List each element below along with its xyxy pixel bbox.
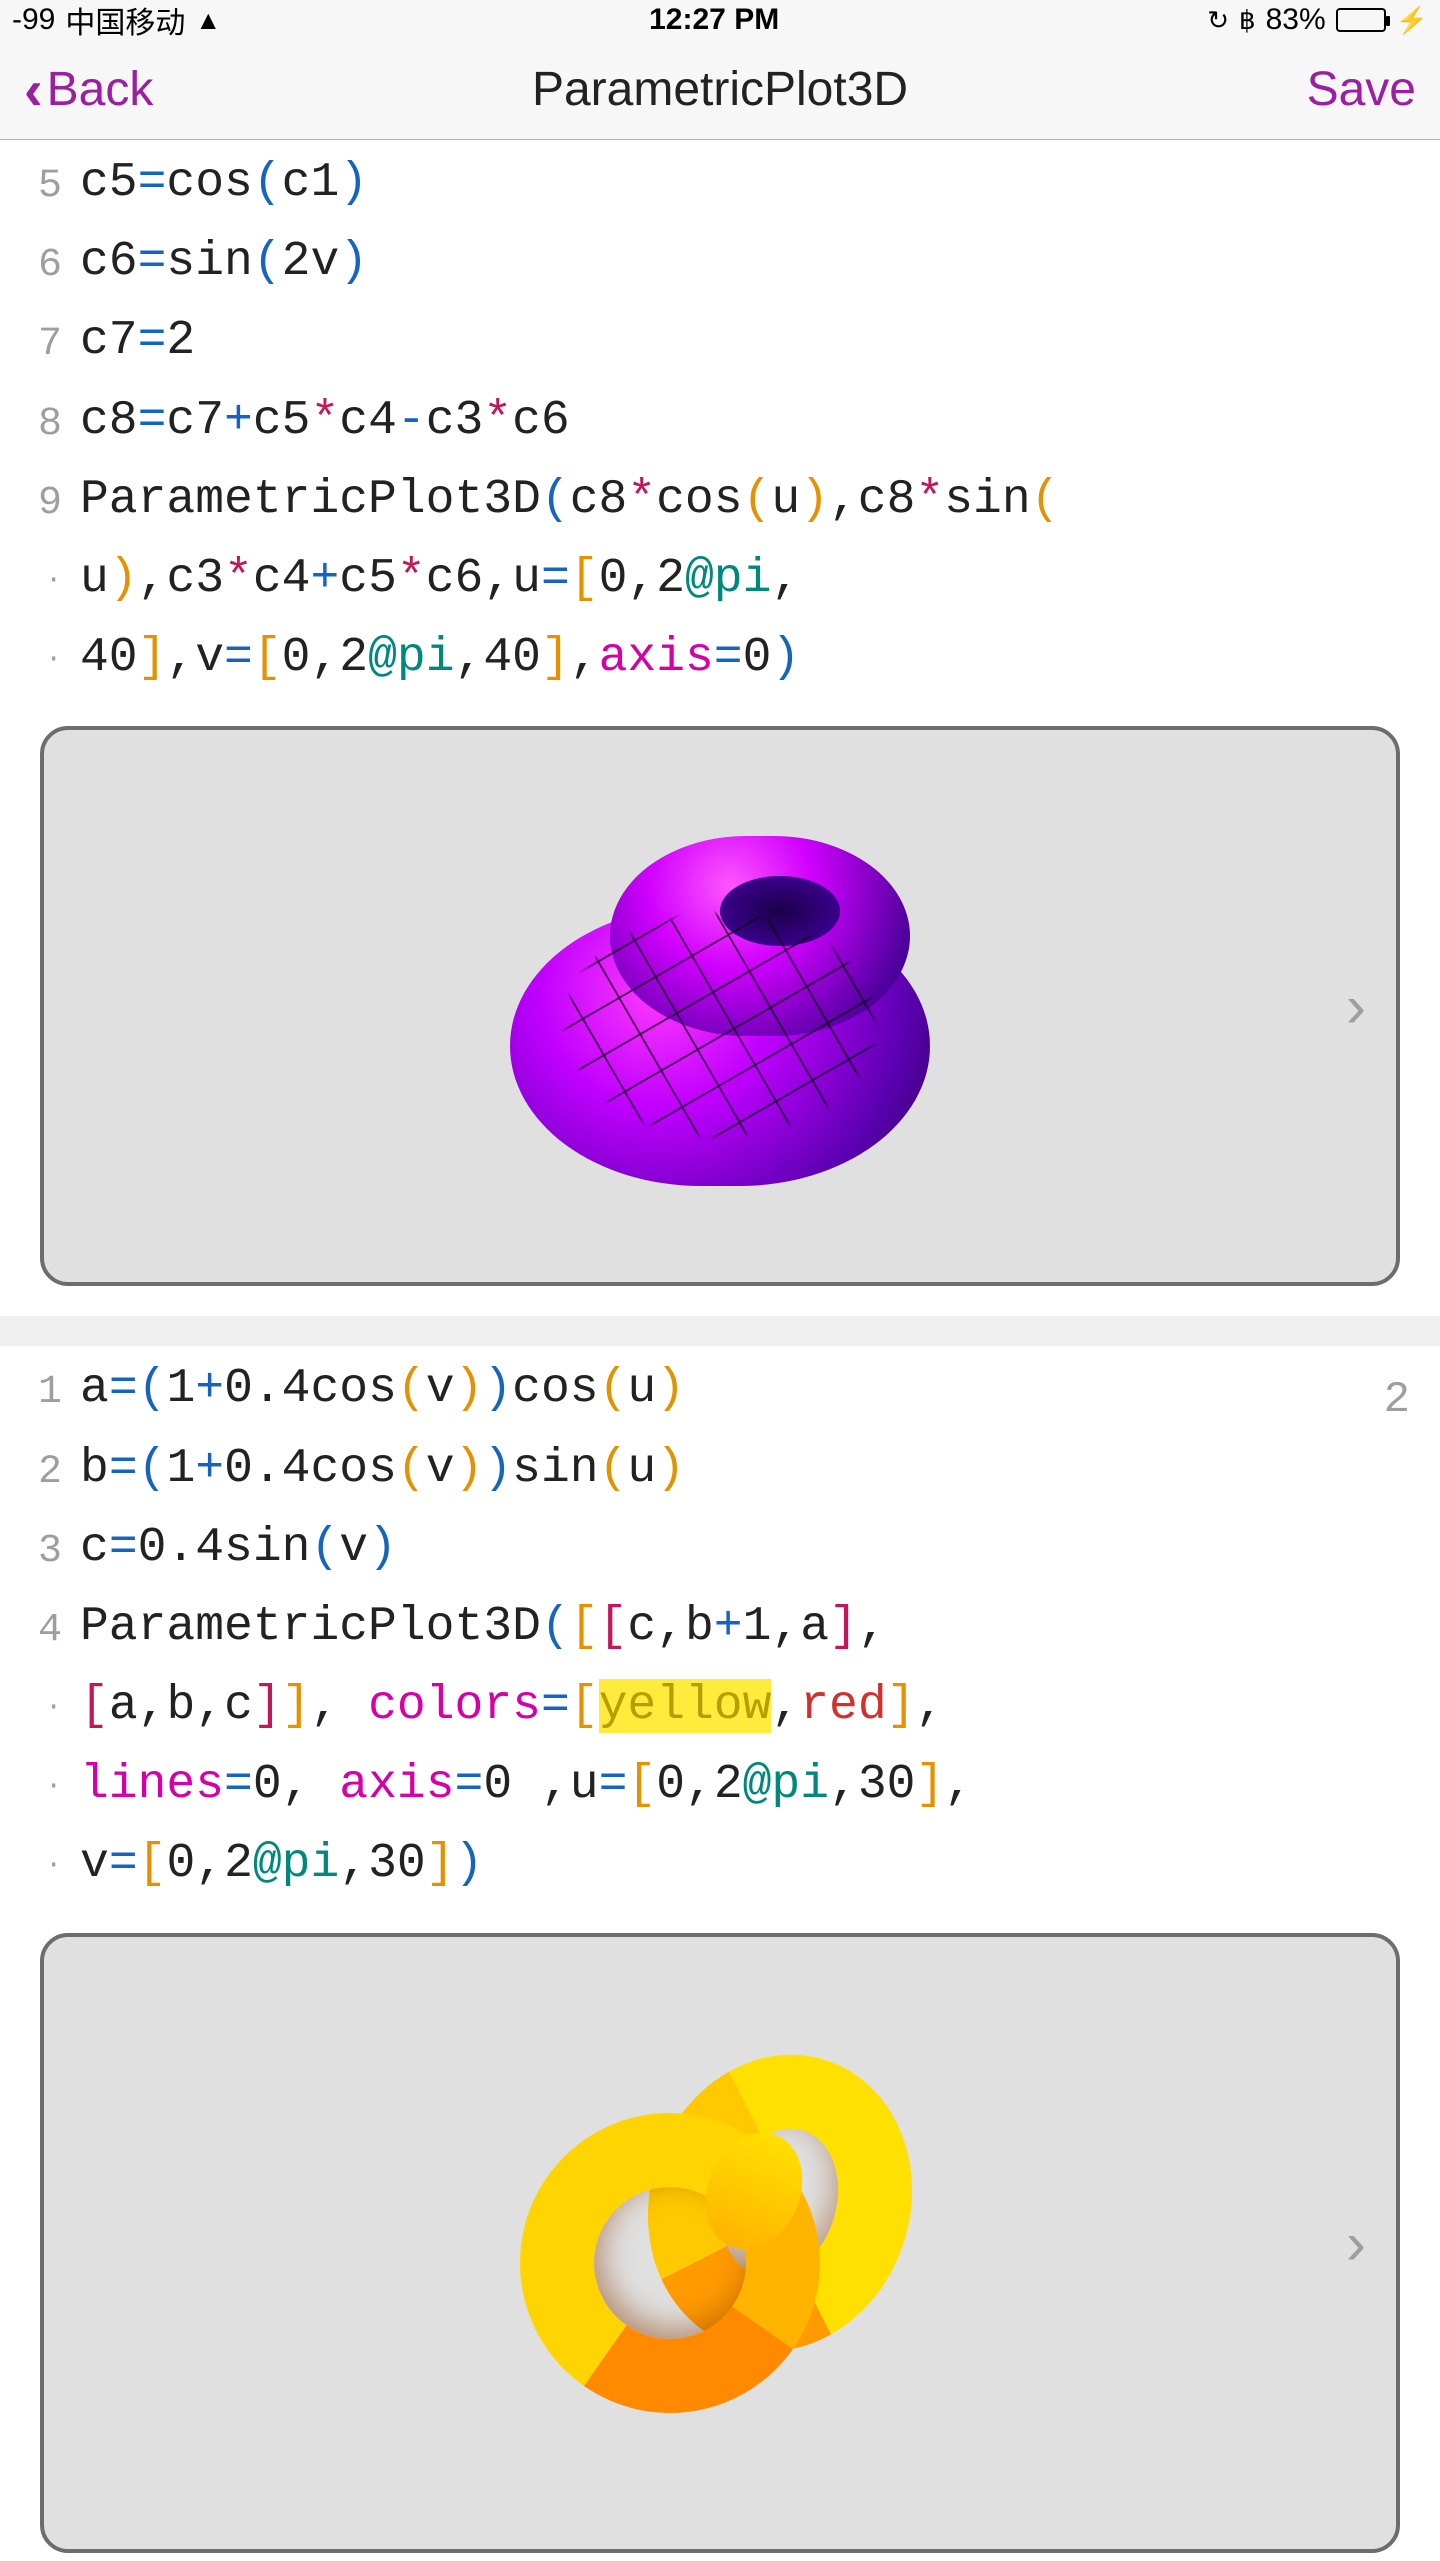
clock: 12:27 PM bbox=[221, 3, 1207, 37]
code-line: 4 ParametricPlot3D([[c,b+1,a], bbox=[20, 1588, 1420, 1667]
code-text: c5=cos(c1) bbox=[80, 144, 1420, 223]
code-line: · [a,b,c]], colors=[yellow,red], bbox=[20, 1667, 1420, 1746]
line-number: 4 bbox=[20, 1588, 80, 1664]
charging-bolt-icon: ⚡ bbox=[1396, 5, 1428, 36]
chevron-right-icon[interactable]: › bbox=[1346, 2208, 1366, 2277]
carrier-label: 中国移动 bbox=[65, 0, 185, 42]
wrap-dot: · bbox=[20, 1667, 80, 1731]
line-number: 8 bbox=[20, 382, 80, 458]
code-line: 2 b=(1+0.4cos(v))sin(u) bbox=[20, 1430, 1420, 1509]
code-line: 5 c5=cos(c1) bbox=[20, 144, 1420, 223]
line-number: 1 bbox=[20, 1350, 80, 1426]
code-line: 3 c=0.4sin(v) bbox=[20, 1509, 1420, 1588]
code-text: v=[0,2@pi,30]) bbox=[80, 1825, 1420, 1904]
bluetooth-icon: ฿ bbox=[1239, 5, 1256, 36]
code-text: c=0.4sin(v) bbox=[80, 1509, 1420, 1588]
code-line: 1 a=(1+0.4cos(v))cos(u) bbox=[20, 1350, 1420, 1429]
battery-icon bbox=[1336, 8, 1386, 32]
code-line: · v=[0,2@pi,30]) bbox=[20, 1825, 1420, 1904]
save-button[interactable]: Save bbox=[1307, 62, 1416, 117]
nav-bar: ‹ Back ParametricPlot3D Save bbox=[0, 40, 1440, 140]
orientation-lock-icon: ↻ bbox=[1207, 5, 1229, 36]
content-scroll[interactable]: 5 c5=cos(c1) 6 c6=sin(2v) 7 c7=2 8 c8=c7… bbox=[0, 140, 1440, 2553]
status-bar: -99 中国移动 ▲ 12:27 PM ↻ ฿ 83% ⚡ bbox=[0, 0, 1440, 40]
code-text: b=(1+0.4cos(v))sin(u) bbox=[80, 1430, 1420, 1509]
code-line: 9 ParametricPlot3D(c8*cos(u),c8*sin( bbox=[20, 461, 1420, 540]
page-title: ParametricPlot3D bbox=[0, 62, 1440, 117]
torus-knot-plot bbox=[490, 816, 950, 1196]
wifi-icon: ▲ bbox=[195, 5, 221, 36]
linked-tori-plot bbox=[490, 2053, 950, 2433]
code-block-1[interactable]: 5 c5=cos(c1) 6 c6=sin(2v) 7 c7=2 8 c8=c7… bbox=[0, 140, 1440, 706]
back-label: Back bbox=[47, 62, 154, 117]
code-text: ParametricPlot3D(c8*cos(u),c8*sin( bbox=[80, 461, 1420, 540]
code-line: · 40],v=[0,2@pi,40],axis=0) bbox=[20, 619, 1420, 698]
code-text: c6=sin(2v) bbox=[80, 223, 1420, 302]
chevron-right-icon[interactable]: › bbox=[1346, 972, 1366, 1041]
wrap-dot: · bbox=[20, 1746, 80, 1810]
wrap-dot: · bbox=[20, 1825, 80, 1889]
line-number: 7 bbox=[20, 302, 80, 378]
signal-strength: -99 bbox=[12, 3, 55, 37]
wrap-dot: · bbox=[20, 540, 80, 604]
block-index-badge: 2 bbox=[1384, 1364, 1410, 1437]
plot-output-1[interactable]: › bbox=[40, 726, 1400, 1286]
wrap-dot: · bbox=[20, 619, 80, 683]
line-number: 5 bbox=[20, 144, 80, 220]
code-text: c7=2 bbox=[80, 302, 1420, 381]
line-number: 9 bbox=[20, 461, 80, 537]
code-line: 7 c7=2 bbox=[20, 302, 1420, 381]
code-text: a=(1+0.4cos(v))cos(u) bbox=[80, 1350, 1420, 1429]
code-text: c8=c7+c5*c4-c3*c6 bbox=[80, 382, 1420, 461]
code-line: · u),c3*c4+c5*c6,u=[0,2@pi, bbox=[20, 540, 1420, 619]
code-text: lines=0, axis=0 ,u=[0,2@pi,30], bbox=[80, 1746, 1420, 1825]
code-line: 6 c6=sin(2v) bbox=[20, 223, 1420, 302]
code-line: · lines=0, axis=0 ,u=[0,2@pi,30], bbox=[20, 1746, 1420, 1825]
code-line: 8 c8=c7+c5*c4-c3*c6 bbox=[20, 382, 1420, 461]
line-number: 6 bbox=[20, 223, 80, 299]
code-block-2[interactable]: 2 1 a=(1+0.4cos(v))cos(u) 2 b=(1+0.4cos(… bbox=[0, 1346, 1440, 1912]
battery-percent: 83% bbox=[1266, 3, 1326, 37]
status-right: ↻ ฿ 83% ⚡ bbox=[1207, 3, 1428, 37]
plot-wireframe bbox=[490, 816, 950, 1196]
block-separator bbox=[0, 1316, 1440, 1346]
plot-output-2[interactable]: › bbox=[40, 1933, 1400, 2553]
line-number: 2 bbox=[20, 1430, 80, 1506]
line-number: 3 bbox=[20, 1509, 80, 1585]
status-left: -99 中国移动 ▲ bbox=[12, 0, 221, 42]
chevron-left-icon: ‹ bbox=[24, 62, 43, 118]
code-text: [a,b,c]], colors=[yellow,red], bbox=[80, 1667, 1420, 1746]
back-button[interactable]: ‹ Back bbox=[24, 62, 153, 118]
code-text: u),c3*c4+c5*c6,u=[0,2@pi, bbox=[80, 540, 1420, 619]
code-text: 40],v=[0,2@pi,40],axis=0) bbox=[80, 619, 1420, 698]
code-text: ParametricPlot3D([[c,b+1,a], bbox=[80, 1588, 1420, 1667]
